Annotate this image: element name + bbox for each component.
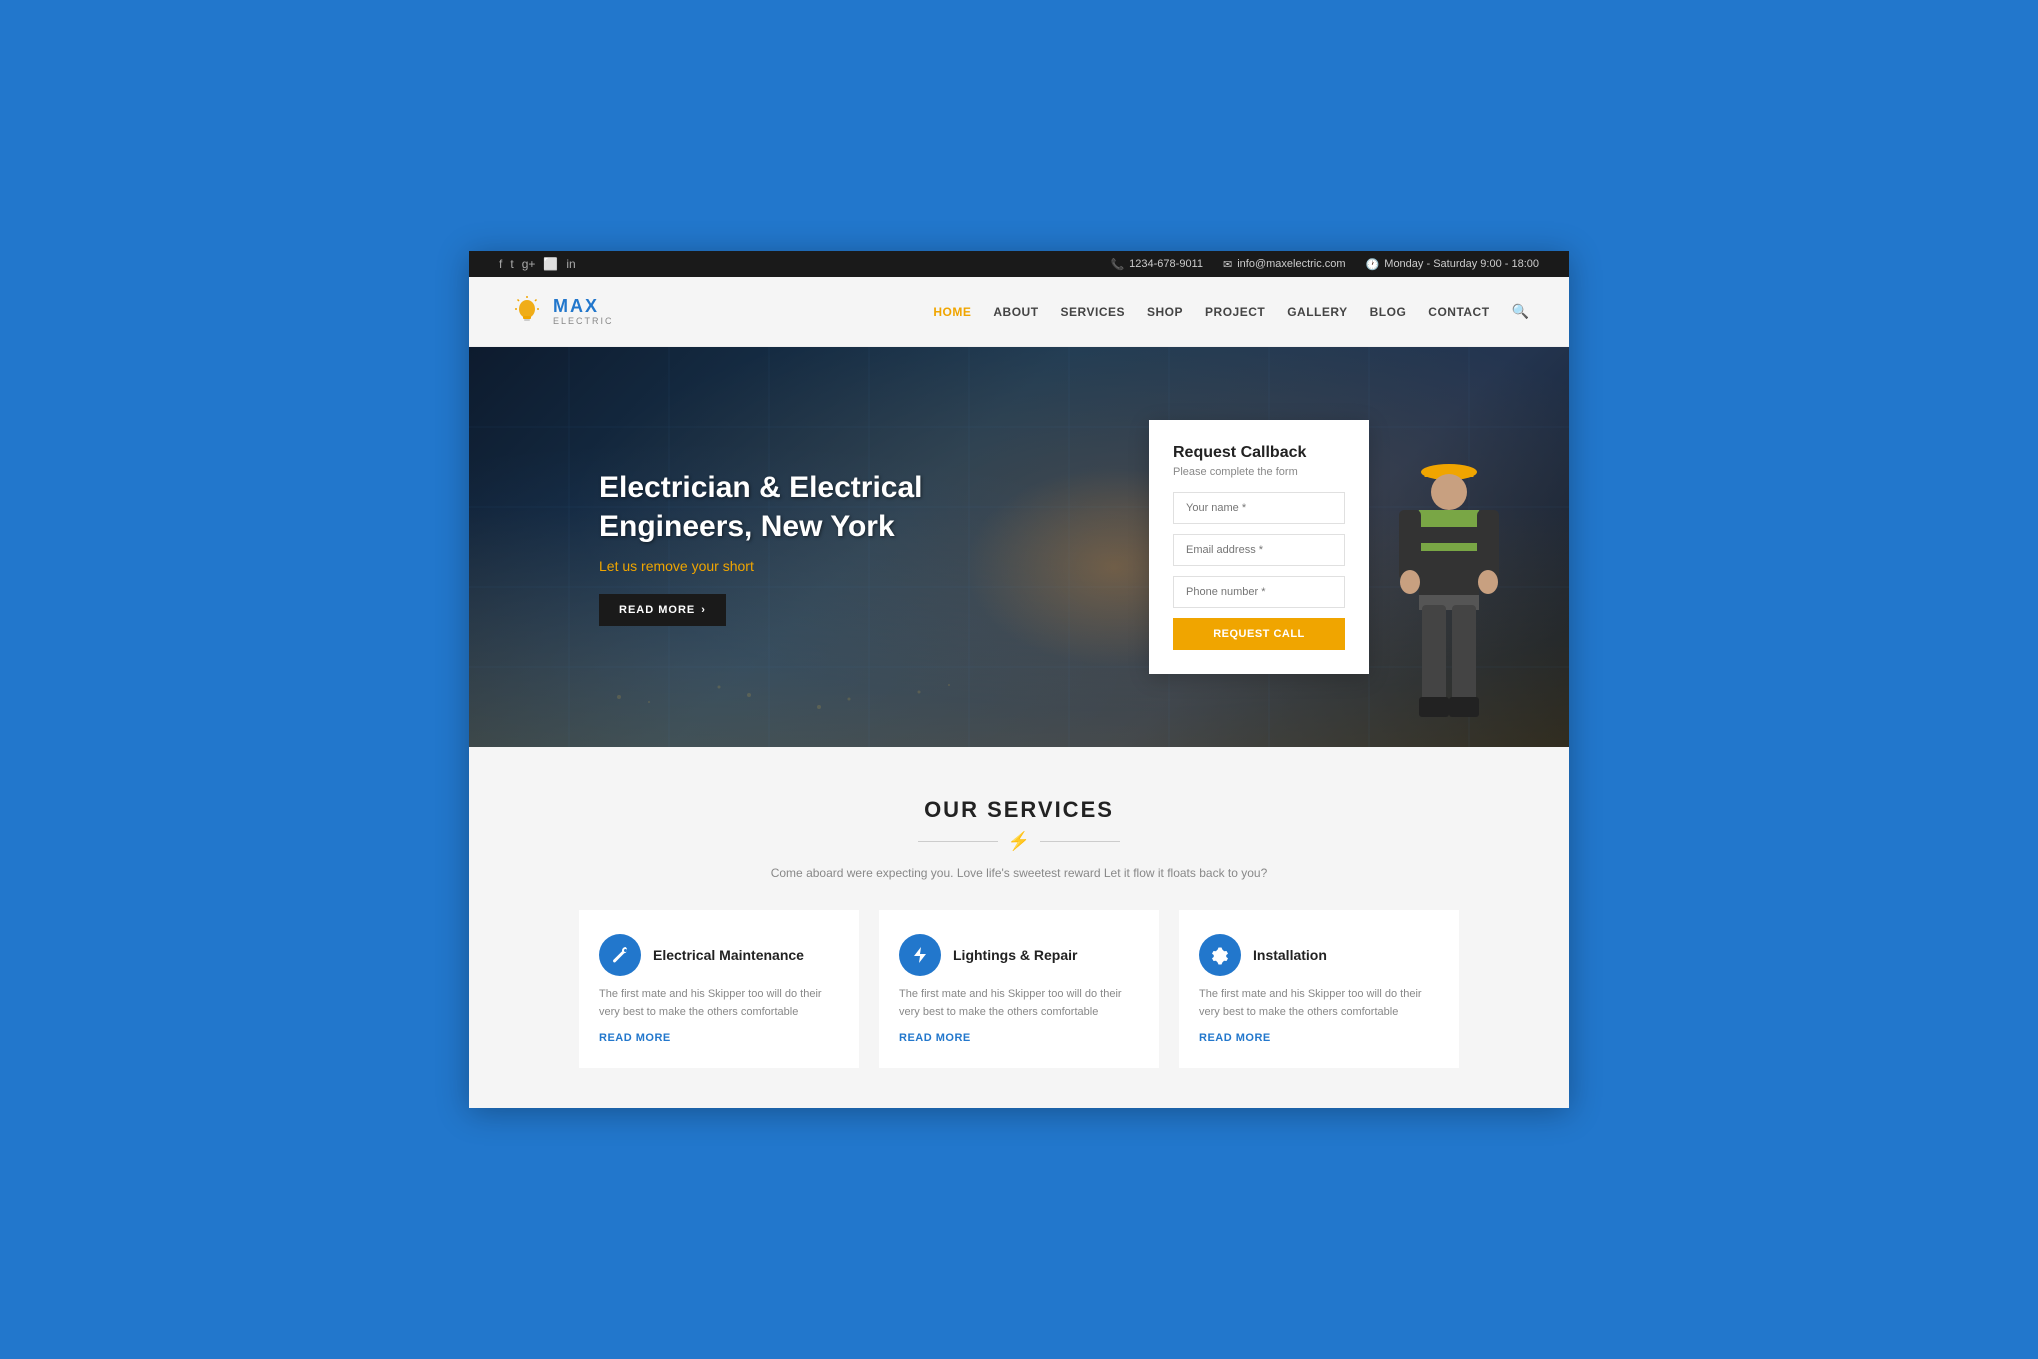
service-name-0: Electrical Maintenance xyxy=(653,947,804,963)
phone-input[interactable] xyxy=(1173,576,1345,608)
service-icon-0 xyxy=(599,934,641,976)
instagram-icon[interactable]: ⬜ xyxy=(543,257,558,271)
request-call-button[interactable]: REQUEST CALL xyxy=(1173,618,1345,650)
nav-services[interactable]: SERVICES xyxy=(1061,305,1125,319)
services-grid: Electrical Maintenance The first mate an… xyxy=(509,910,1529,1067)
phone-number: 1234-678-9011 xyxy=(1129,258,1203,270)
services-section: OUR SERVICES ⚡ Come aboard were expectin… xyxy=(469,747,1569,1107)
service-header-0: Electrical Maintenance xyxy=(599,934,839,976)
email-address: info@maxelectric.com xyxy=(1237,258,1345,270)
service-card-0: Electrical Maintenance The first mate an… xyxy=(579,910,859,1067)
nav-shop[interactable]: SHOP xyxy=(1147,305,1183,319)
clock-icon: 🕐 xyxy=(1366,258,1380,271)
callback-form: Request Callback Please complete the for… xyxy=(1149,420,1369,674)
logo-electric: ELECTRIC xyxy=(553,317,614,327)
linkedin-icon[interactable]: in xyxy=(566,257,575,271)
main-nav: HOME ABOUT SERVICES SHOP PROJECT GALLERY… xyxy=(933,303,1529,320)
form-subtitle: Please complete the form xyxy=(1173,466,1345,478)
hero-subtitle: Let us remove your short xyxy=(599,558,923,574)
service-card-1: Lightings & Repair The first mate and hi… xyxy=(879,910,1159,1067)
contact-info: 📞 1234-678-9011 ✉ info@maxelectric.com 🕐… xyxy=(1110,258,1539,271)
browser-frame: f t g+ ⬜ in 📞 1234-678-9011 ✉ info@maxel… xyxy=(469,251,1569,1107)
twitter-icon[interactable]: t xyxy=(510,257,513,271)
wrench-icon xyxy=(610,945,630,965)
service-name-1: Lightings & Repair xyxy=(953,947,1077,963)
nav-gallery[interactable]: GALLERY xyxy=(1287,305,1347,319)
email-input[interactable] xyxy=(1173,534,1345,566)
phone-icon: 📞 xyxy=(1110,258,1124,271)
nav-project[interactable]: PROJECT xyxy=(1205,305,1265,319)
service-card-2: Installation The first mate and his Skip… xyxy=(1179,910,1459,1067)
phone-info: 📞 1234-678-9011 xyxy=(1110,258,1203,271)
service-link-1[interactable]: READ MORE xyxy=(899,1032,1139,1044)
search-icon[interactable]: 🔍 xyxy=(1512,303,1529,320)
social-links: f t g+ ⬜ in xyxy=(499,257,576,271)
read-more-button[interactable]: READ MORE › xyxy=(599,594,726,626)
service-name-2: Installation xyxy=(1253,947,1327,963)
logo-icon xyxy=(509,294,545,330)
nav-about[interactable]: ABOUT xyxy=(993,305,1038,319)
hero-title: Electrician & Electrical Engineers, New … xyxy=(599,468,923,546)
site-header: MAX ELECTRIC HOME ABOUT SERVICES SHOP PR… xyxy=(469,277,1569,347)
divider-right xyxy=(1040,841,1120,842)
form-title: Request Callback xyxy=(1173,444,1345,462)
section-divider: ⚡ xyxy=(509,831,1529,852)
nav-blog[interactable]: BLOG xyxy=(1370,305,1407,319)
facebook-icon[interactable]: f xyxy=(499,257,502,271)
hours-info: 🕐 Monday - Saturday 9:00 - 18:00 xyxy=(1366,258,1539,271)
service-link-0[interactable]: READ MORE xyxy=(599,1032,839,1044)
email-info: ✉ info@maxelectric.com xyxy=(1223,258,1346,271)
nav-contact[interactable]: CONTACT xyxy=(1428,305,1489,319)
top-bar: f t g+ ⬜ in 📞 1234-678-9011 ✉ info@maxel… xyxy=(469,251,1569,277)
logo-text: MAX ELECTRIC xyxy=(553,297,614,327)
logo-max: MAX xyxy=(553,297,614,317)
service-icon-1 xyxy=(899,934,941,976)
arrow-icon: › xyxy=(701,604,706,616)
lightning-icon: ⚡ xyxy=(1008,831,1030,852)
service-header-2: Installation xyxy=(1199,934,1439,976)
email-icon: ✉ xyxy=(1223,258,1232,271)
service-icon-2 xyxy=(1199,934,1241,976)
service-link-2[interactable]: READ MORE xyxy=(1199,1032,1439,1044)
name-input[interactable] xyxy=(1173,492,1345,524)
business-hours: Monday - Saturday 9:00 - 18:00 xyxy=(1384,258,1539,270)
hero-section: Electrician & Electrical Engineers, New … xyxy=(469,347,1569,747)
gear-icon xyxy=(1210,945,1230,965)
divider-left xyxy=(918,841,998,842)
logo[interactable]: MAX ELECTRIC xyxy=(509,294,614,330)
service-header-1: Lightings & Repair xyxy=(899,934,1139,976)
services-title: OUR SERVICES xyxy=(509,797,1529,823)
services-description: Come aboard were expecting you. Love lif… xyxy=(509,866,1529,880)
nav-home[interactable]: HOME xyxy=(933,305,971,319)
bolt-icon xyxy=(910,945,930,965)
hero-content: Electrician & Electrical Engineers, New … xyxy=(599,468,923,626)
googleplus-icon[interactable]: g+ xyxy=(522,257,536,271)
worker-silhouette xyxy=(1389,427,1509,747)
service-desc-1: The first mate and his Skipper too will … xyxy=(899,986,1139,1021)
service-desc-0: The first mate and his Skipper too will … xyxy=(599,986,839,1021)
service-desc-2: The first mate and his Skipper too will … xyxy=(1199,986,1439,1021)
